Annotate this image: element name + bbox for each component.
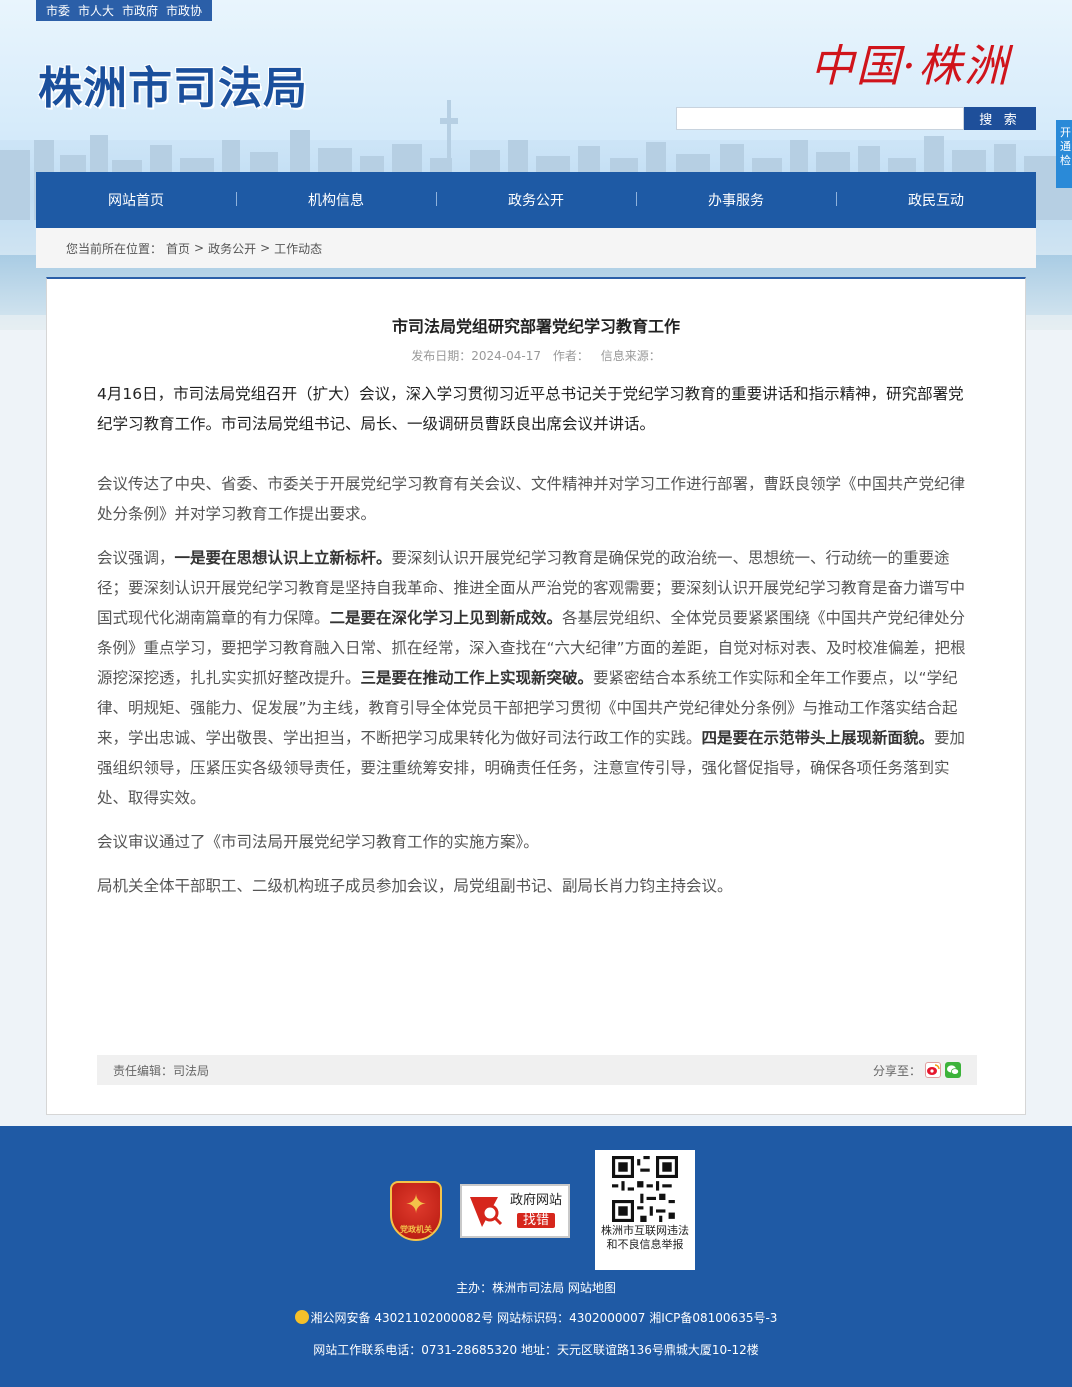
paragraph-4: 局机关全体干部职工、二级机构班子成员参加会议，局党组副书记、副局长肖力钧主持会议…	[97, 877, 733, 895]
badge-text: 党政机关	[400, 1225, 432, 1234]
editor-bar: 责任编辑：司法局 分享至：	[97, 1055, 977, 1085]
meta-author-label: 作者：	[552, 349, 589, 363]
meta-date-label: 发布日期：	[411, 349, 472, 363]
article-panel: 市司法局党组研究部署党纪学习教育工作 发布日期：2024-04-17 作者： 信…	[46, 277, 1026, 1115]
top-links-bar: 市委 市人大 市政府 市政协	[36, 0, 213, 21]
gov-find-line2: 找错	[516, 1213, 555, 1228]
breadcrumb-gov-affairs[interactable]: 政务公开	[208, 240, 256, 257]
breadcrumb-separator: >	[260, 241, 271, 255]
article-body: 会议传达了中央、省委、市委关于开展党纪学习教育有关会议、文件精神并对学习工作进行…	[97, 469, 977, 915]
breadcrumb-prefix: 您当前所在位置：	[66, 241, 163, 256]
footer-record-text: 湘公网安备 43021102000082号 网站标识码：4302000007 湘…	[310, 1311, 778, 1325]
qr-code-icon	[612, 1156, 678, 1222]
link-municipal-cppcc[interactable]: 市政协	[166, 2, 202, 19]
share-label: 分享至：	[872, 1063, 921, 1078]
paragraph-3: 会议审议通过了《市司法局开展党纪学习教育工作的实施方案》。	[97, 833, 539, 851]
article-title: 市司法局党组研究部署党纪学习教育工作	[391, 317, 680, 336]
meta-date-value: 2024-04-17	[471, 349, 542, 363]
report-qr-code[interactable]: 株洲市互联网违法 和不良信息举报	[595, 1150, 695, 1270]
p2-point-2: 二是要在深化学习上见到新成效。	[329, 609, 563, 627]
qr-caption-2: 和不良信息举报	[606, 1238, 684, 1251]
link-municipal-committee[interactable]: 市委	[46, 2, 70, 19]
search-input[interactable]	[676, 107, 964, 130]
footer: ✦ 党政机关 政府网站 找错 株洲市互联网违法 和不良信息举报 主办：株洲市司法…	[0, 1126, 1072, 1387]
responsible-editor: 责任编辑：司法局	[113, 1062, 209, 1079]
breadcrumb: 您当前所在位置： 首页 > 政务公开 > 工作动态	[36, 228, 1036, 268]
meta-date: 发布日期：2024-04-17	[411, 349, 541, 363]
weibo-icon[interactable]	[925, 1062, 941, 1078]
footer-contact: 网站工作联系电话：0731-28685320 地址：天元区联谊路136号鼎城大厦…	[313, 1343, 759, 1357]
breadcrumb-home[interactable]: 首页	[166, 240, 190, 257]
search-button[interactable]: 搜 索	[964, 107, 1036, 130]
meta-source-label: 信息来源：	[600, 349, 661, 363]
p2-intro: 会议强调，	[97, 549, 175, 567]
footer-record: 湘公网安备 43021102000082号 网站标识码：4302000007 湘…	[0, 1309, 1072, 1326]
editor-label: 责任编辑：	[113, 1063, 174, 1078]
wechat-icon[interactable]	[945, 1062, 961, 1078]
site-title[interactable]: 株洲市司法局	[38, 52, 308, 116]
city-logo: 中国·株洲	[810, 41, 1010, 92]
link-municipal-government[interactable]: 市政府	[122, 2, 158, 19]
nav-services[interactable]: 办事服务	[636, 190, 836, 210]
qr-caption-1: 株洲市互联网违法	[601, 1224, 689, 1237]
paragraph-2: 会议强调，一是要在思想认识上立新标杆。要深刻认识开展党纪学习教育是确保党的政治统…	[97, 543, 977, 813]
party-government-badge[interactable]: ✦ 党政机关	[390, 1181, 442, 1241]
main-nav: 网站首页 机构信息 政务公开 办事服务 政民互动	[36, 172, 1036, 228]
nav-gov-affairs[interactable]: 政务公开	[436, 190, 636, 210]
p2-point-1: 一是要在思想认识上立新标杆。	[174, 549, 392, 567]
p2-point-4: 四是要在示范带头上展现新面貌。	[701, 729, 935, 747]
nav-org-info[interactable]: 机构信息	[236, 190, 436, 210]
paragraph-1: 会议传达了中央、省委、市委关于开展党纪学习教育有关会议、文件精神并对学习工作进行…	[97, 475, 966, 523]
police-emblem-icon	[294, 1310, 309, 1324]
link-municipal-congress[interactable]: 市人大	[78, 2, 114, 19]
article-lead: 4月16日，市司法局党组召开（扩大）会议，深入学习贯彻习近平总书记关于党纪学习教…	[97, 385, 964, 433]
gov-website-error-report[interactable]: 政府网站 找错	[460, 1184, 570, 1238]
share-area: 分享至：	[873, 1062, 961, 1079]
badge-emblem-icon: ✦	[405, 1190, 427, 1220]
gov-find-line1: 政府网站	[509, 1193, 562, 1208]
article-meta: 发布日期：2024-04-17 作者： 信息来源：	[47, 347, 1025, 364]
side-float-tab[interactable]: 开通检	[1056, 120, 1072, 188]
p2-point-3: 三是要在推动工作上实现新突破。	[360, 669, 594, 687]
nav-home[interactable]: 网站首页	[36, 190, 236, 210]
magnifier-icon	[468, 1193, 504, 1229]
gov-find-text: 政府网站 找错	[504, 1191, 568, 1231]
editor-name: 司法局	[173, 1063, 210, 1078]
footer-host[interactable]: 主办：株洲市司法局 网站地图	[0, 1279, 1072, 1296]
nav-interaction[interactable]: 政民互动	[836, 190, 1036, 210]
breadcrumb-separator: >	[194, 241, 205, 255]
breadcrumb-work-news[interactable]: 工作动态	[274, 240, 322, 257]
